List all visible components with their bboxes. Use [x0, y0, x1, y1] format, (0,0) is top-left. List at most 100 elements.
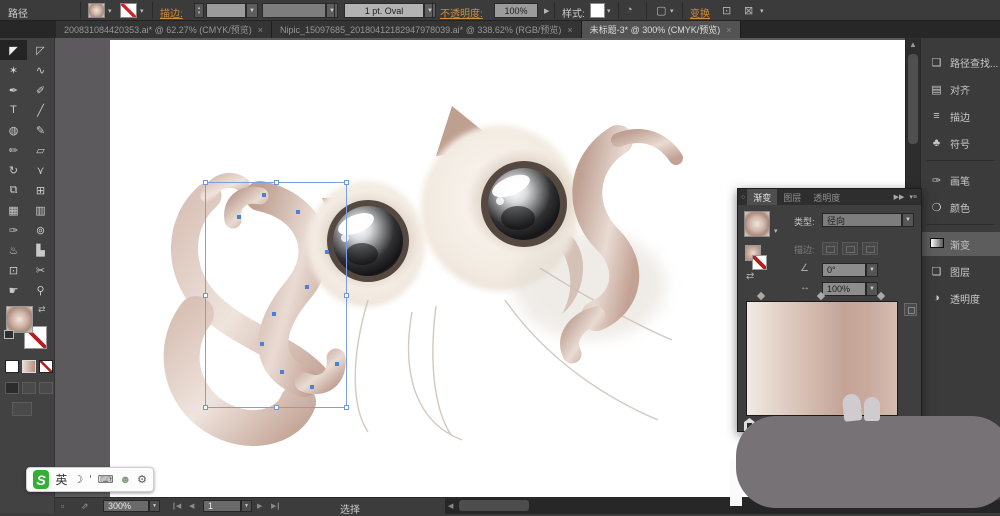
stroke-gradient-along-button[interactable]	[842, 242, 858, 255]
draw-normal-button[interactable]	[5, 382, 19, 394]
close-icon[interactable]: ×	[726, 25, 731, 35]
screen-mode-button[interactable]	[12, 402, 32, 416]
document-tab[interactable]: 200831084420353.ai* @ 62.27% (CMYK/预览) ×	[56, 21, 273, 38]
next-artboard-icon[interactable]: ▶	[257, 502, 262, 510]
none-button[interactable]	[39, 360, 53, 373]
export-icon[interactable]: ⇗	[81, 501, 89, 512]
panel-menu-icon[interactable]: ▾≡	[909, 193, 917, 201]
aspect-ratio-field[interactable]: 100% ▼	[822, 282, 878, 296]
artboard-tool[interactable]: ⊡	[0, 260, 27, 280]
lasso-tool[interactable]: ∿	[27, 60, 54, 80]
dock-item-transparency[interactable]: ◑ 透明度	[921, 286, 1000, 310]
reverse-gradient-icon[interactable]: ⇄	[746, 271, 754, 282]
select-similar-icon[interactable]: ▢	[656, 4, 666, 17]
gradient-thumbnail[interactable]	[744, 211, 770, 237]
angle-dropdown-icon[interactable]: ▼	[866, 263, 878, 277]
paintbrush-tool[interactable]: ✎	[27, 120, 54, 140]
stroke-dropdown-icon[interactable]: ▾	[140, 7, 144, 15]
brush-definition-field[interactable]: 1 pt. Oval ▼	[344, 3, 436, 18]
arrange-dropdown-icon[interactable]: ▾	[760, 7, 764, 15]
first-artboard-icon[interactable]: ❙◀	[171, 502, 181, 510]
swap-fill-stroke-icon[interactable]: ⇄	[38, 304, 46, 315]
gradient-tool[interactable]: ▥	[27, 200, 54, 220]
anchor-point[interactable]	[325, 250, 329, 254]
zoom-level-field[interactable]: 300% ▼	[103, 500, 160, 512]
stroke-gradient-across-button[interactable]	[862, 242, 878, 255]
anchor-point[interactable]	[272, 312, 276, 316]
anchor-point[interactable]	[296, 210, 300, 214]
select-similar-dropdown-icon[interactable]: ▾	[670, 7, 674, 15]
eyedropper-tool[interactable]: ✑	[0, 220, 27, 240]
dock-item-symbols[interactable]: ♣ 符号	[921, 131, 1000, 155]
fill-swatch[interactable]	[88, 3, 105, 18]
eraser-tool[interactable]: ▱	[27, 140, 54, 160]
anchor-point[interactable]	[280, 370, 284, 374]
style-dropdown-icon[interactable]: ▾	[607, 7, 611, 15]
angle-field[interactable]: 0° ▼	[822, 263, 878, 277]
wrench-icon[interactable]: ⚙	[137, 473, 147, 486]
anchor-point[interactable]	[310, 385, 314, 389]
scroll-left-icon[interactable]: ◀	[448, 502, 453, 510]
fill-dropdown-icon[interactable]: ▾	[108, 7, 112, 15]
document-tab[interactable]: Nipic_15097685_20180412182947978039.ai* …	[272, 21, 582, 38]
draw-behind-button[interactable]	[22, 382, 36, 394]
zoom-dropdown-icon[interactable]: ▼	[149, 500, 160, 512]
stroke-gradient-within-button[interactable]	[822, 242, 838, 255]
zoom-tool[interactable]: ⚲	[27, 280, 54, 300]
artboard-number-field[interactable]: 1 ▼	[203, 500, 252, 512]
moon-icon[interactable]: ☽	[73, 473, 83, 486]
symbol-sprayer-tool[interactable]: ♨	[0, 240, 27, 260]
dock-item-color[interactable]: ❍ 颜色	[921, 195, 1000, 219]
column-graph-tool[interactable]: ▙	[27, 240, 54, 260]
gradient-thumbnail-dropdown-icon[interactable]: ▾	[774, 227, 778, 235]
arrange-icon[interactable]: ⊠	[744, 4, 753, 17]
user-icon[interactable]: ☻	[120, 474, 132, 486]
dock-item-gradient[interactable]: 渐变	[921, 232, 1000, 256]
tab-layers[interactable]: 图层	[777, 189, 807, 205]
blend-tool[interactable]: ⊚	[27, 220, 54, 240]
line-segment-tool[interactable]: ╱	[27, 100, 54, 120]
anchor-point[interactable]	[262, 193, 266, 197]
default-fill-stroke-icon[interactable]	[4, 330, 14, 339]
horizontal-scrollbar-thumb[interactable]	[459, 500, 529, 511]
recolor-artwork-icon[interactable]: ◔	[626, 4, 633, 16]
direct-selection-tool[interactable]: ◸	[27, 40, 54, 60]
document-tab-active[interactable]: 未标题-3* @ 300% (CMYK/预览) ×	[581, 21, 741, 38]
width-tool[interactable]: ⋎	[27, 160, 54, 180]
brush-definition-dropdown-icon[interactable]: ▼	[424, 3, 436, 18]
close-icon[interactable]: ×	[567, 25, 572, 35]
fill-color-well[interactable]	[6, 306, 33, 333]
anchor-point[interactable]	[260, 342, 264, 346]
opacity-dropdown-icon[interactable]: ▶	[544, 7, 549, 15]
anchor-point[interactable]	[335, 362, 339, 366]
type-tool[interactable]: T	[0, 100, 27, 120]
artboard-dropdown-icon[interactable]: ▼	[241, 500, 252, 512]
pencil-tool[interactable]: ✏	[0, 140, 27, 160]
variable-width-dropdown[interactable]: ▼	[262, 3, 338, 18]
isolate-object-icon[interactable]: ⊡	[722, 4, 731, 17]
opacity-field[interactable]: 100%	[494, 3, 538, 18]
selection-tool[interactable]: ◤	[0, 40, 27, 60]
tab-transparency[interactable]: 透明度	[807, 189, 846, 205]
rotate-tool[interactable]: ↻	[0, 160, 27, 180]
gradient-type-dropdown-icon[interactable]: ▼	[902, 213, 914, 227]
dock-item-layers[interactable]: ❏ 图层	[921, 259, 1000, 283]
blob-brush-tool[interactable]: ✐	[27, 80, 54, 100]
panel-expand-icon[interactable]: ▶▶	[894, 193, 905, 201]
shape-builder-tool[interactable]: ⧉	[0, 180, 27, 200]
slice-tool[interactable]: ✂	[27, 260, 54, 280]
ime-language-toggle[interactable]: 英	[55, 471, 67, 488]
color-button[interactable]	[5, 360, 19, 373]
gradient-midpoint[interactable]	[876, 291, 886, 301]
delete-stop-icon[interactable]	[904, 303, 917, 316]
pen-tool[interactable]: ✒	[0, 80, 27, 100]
stepper-down-icon[interactable]: ▾	[198, 10, 201, 16]
variable-width-dropdown-icon[interactable]: ▼	[326, 3, 338, 18]
anchor-point[interactable]	[305, 285, 309, 289]
scroll-up-icon[interactable]: ▲	[906, 40, 920, 49]
dock-item-stroke[interactable]: ≡ 描边	[921, 104, 1000, 128]
draw-inside-button[interactable]	[39, 382, 53, 394]
mini-stroke-swatch[interactable]	[752, 255, 767, 270]
stroke-weight-dropdown-icon[interactable]: ▼	[246, 3, 258, 18]
perspective-grid-tool[interactable]: ⊞	[27, 180, 54, 200]
